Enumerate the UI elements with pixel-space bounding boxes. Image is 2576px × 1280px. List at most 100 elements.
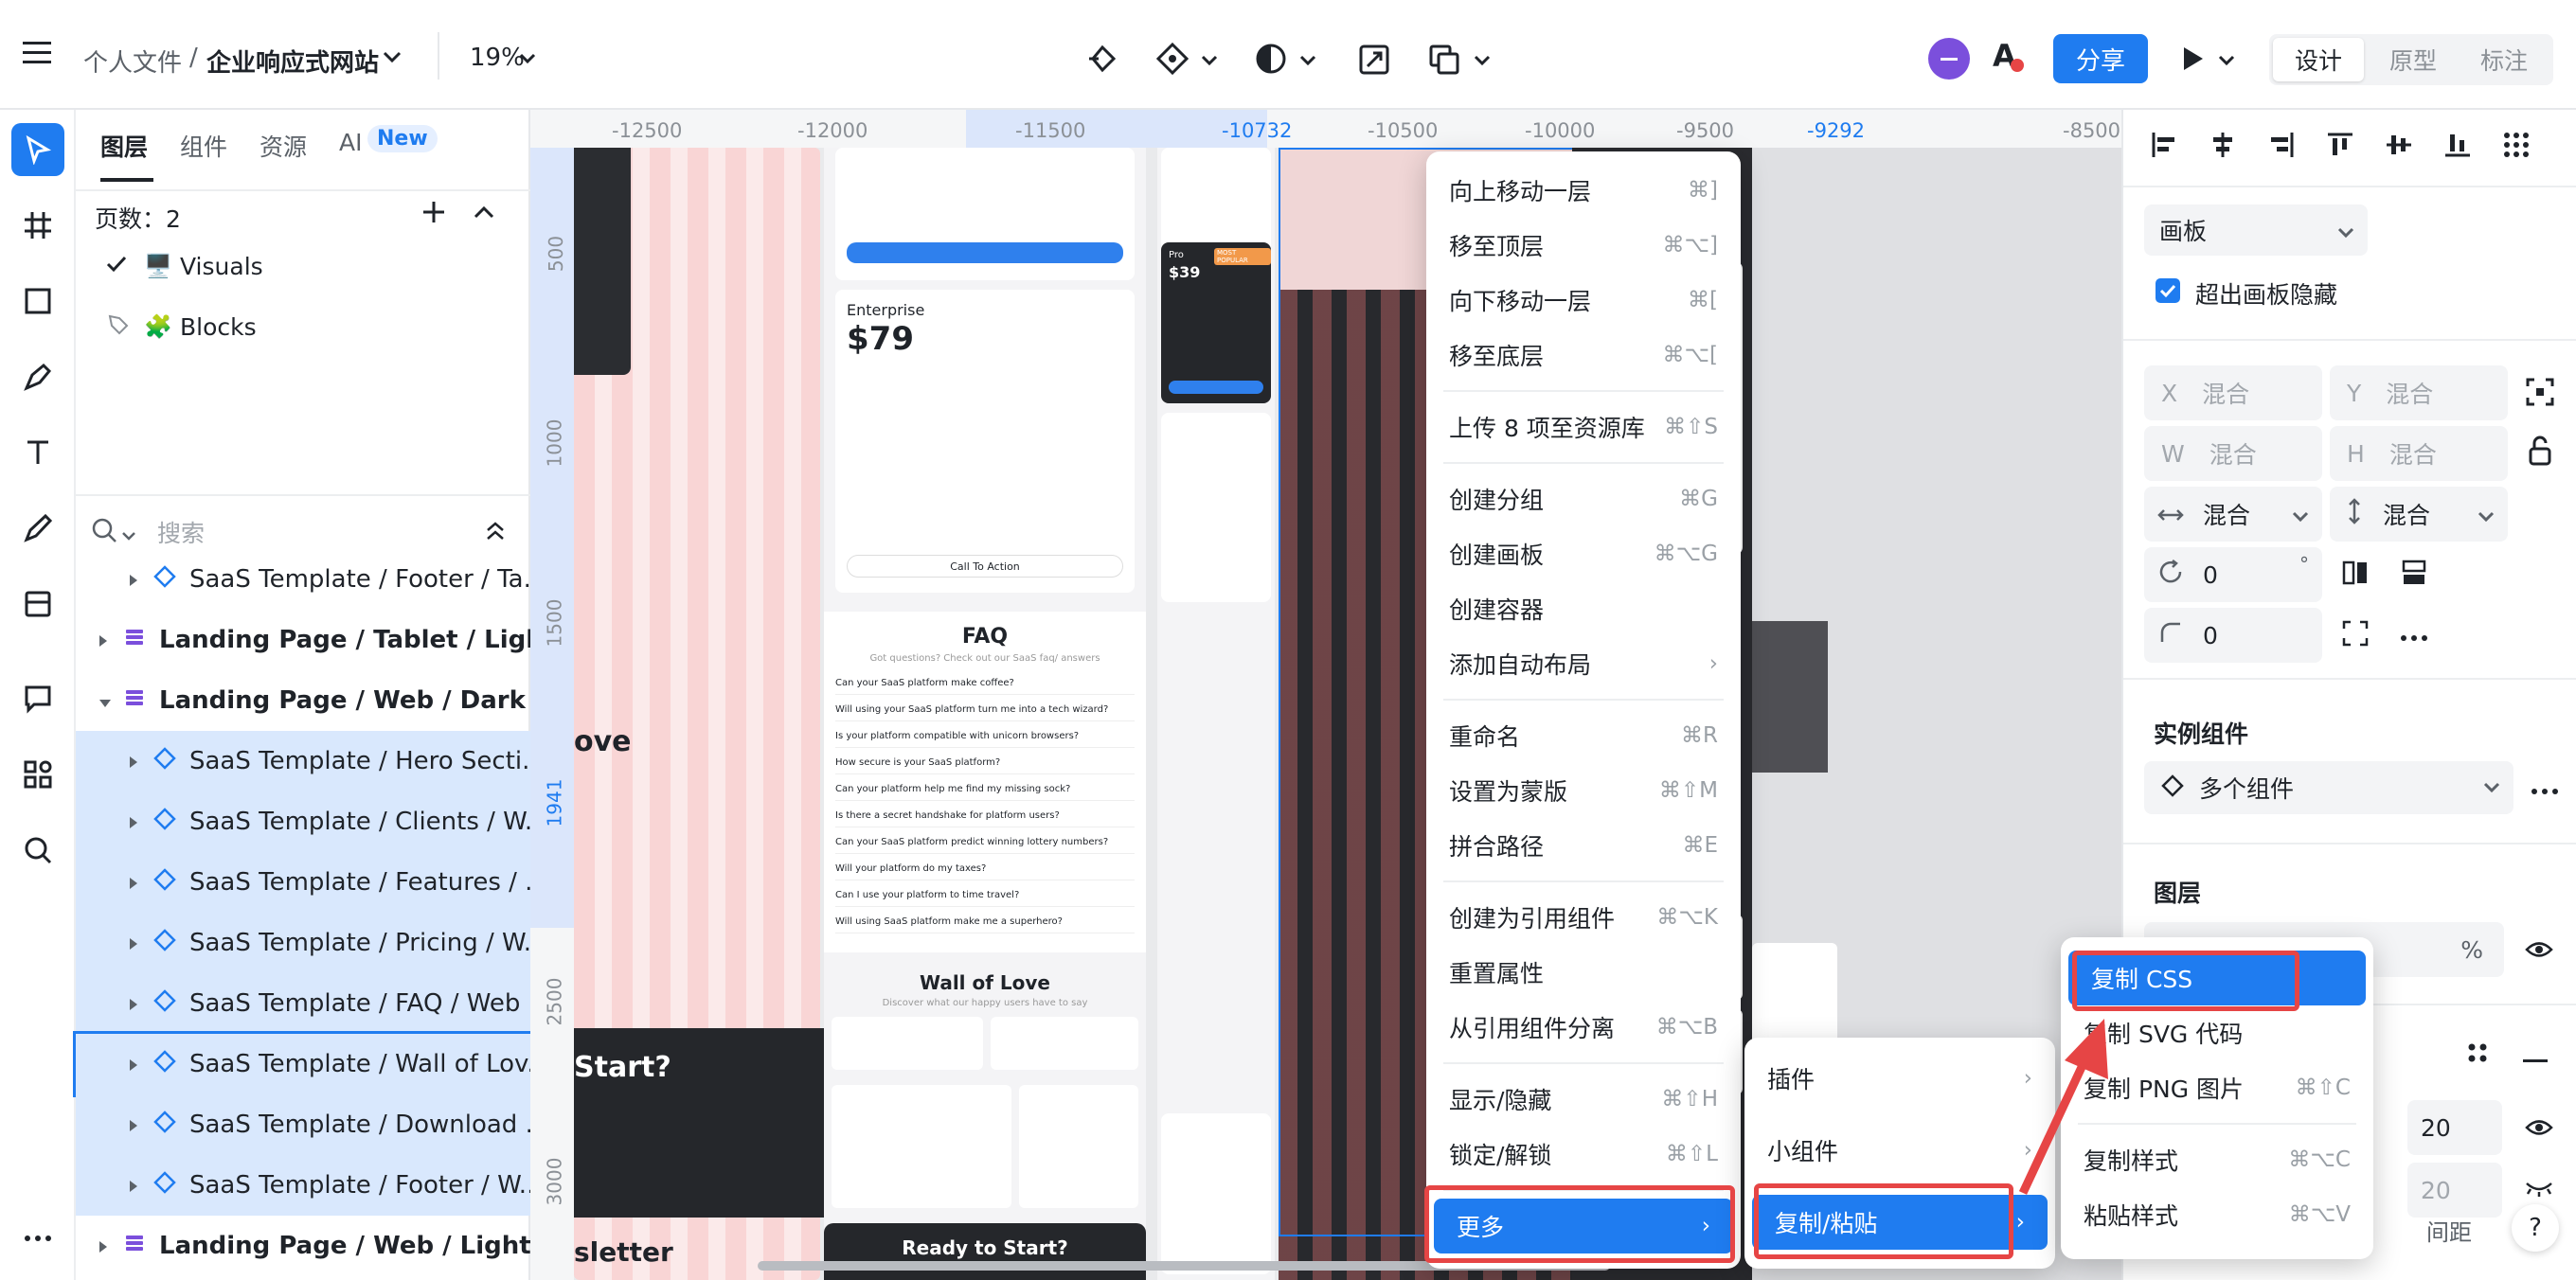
duplicate-icon[interactable] [1428, 44, 1460, 76]
menu-item[interactable]: 重置属性 [1426, 945, 1741, 1000]
component-tool-icon[interactable] [1155, 42, 1190, 76]
move-tool-icon[interactable] [11, 123, 64, 176]
rectangle-tool-icon[interactable] [11, 275, 64, 328]
align-bottom-icon[interactable] [2443, 131, 2472, 163]
chevron-down-icon[interactable] [519, 53, 536, 64]
y-field[interactable]: Y 混合 [2330, 365, 2508, 420]
menu-item[interactable]: 小组件 › [1744, 1123, 2055, 1178]
caret-right-icon[interactable] [129, 929, 138, 957]
more-options-icon[interactable] [2531, 782, 2559, 800]
chevron-down-icon[interactable] [1299, 55, 1316, 66]
align-center-h-icon[interactable] [2209, 131, 2237, 163]
add-page-icon[interactable] [420, 199, 447, 229]
more-options-icon[interactable] [2400, 629, 2428, 647]
corner-radius-field[interactable]: 0 [2144, 608, 2322, 663]
breadcrumb-parent[interactable]: 个人文件 [83, 44, 182, 79]
caret-right-icon[interactable] [129, 1050, 138, 1078]
chevron-down-icon[interactable] [2218, 55, 2235, 66]
ai-assistant-icon[interactable]: A [1993, 38, 2024, 74]
layer-item[interactable]: SaaS Template / Wall of Lov... [73, 1031, 550, 1097]
distribute-icon[interactable] [2502, 131, 2531, 163]
collapse-icon[interactable] [474, 204, 494, 223]
tab-layers[interactable]: 图层 [100, 129, 148, 163]
hamburger-menu-icon[interactable] [21, 38, 53, 66]
layer-item[interactable]: SaaS Template / Pricing / W... [76, 913, 547, 973]
menu-item[interactable]: 创建画板 ⌘⌥G [1426, 526, 1741, 581]
help-button[interactable]: ? [2512, 1204, 2559, 1252]
chevron-down-icon[interactable] [383, 51, 402, 64]
more-icon[interactable] [11, 1212, 64, 1265]
align-left-icon[interactable] [2150, 131, 2178, 163]
clip-content-checkbox[interactable] [2156, 278, 2180, 303]
layer-item[interactable]: Landing Page / Web / Light [76, 1216, 531, 1276]
layer-item[interactable]: SaaS Template / Footer / Ta... [76, 549, 546, 610]
menu-item[interactable]: 创建为引用组件 ⌘⌥K [1426, 890, 1741, 945]
flip-vertical-icon[interactable] [2400, 559, 2428, 591]
independent-corners-icon[interactable] [2341, 619, 2370, 651]
menu-item[interactable]: 从引用组件分离 ⌘⌥B [1426, 1000, 1741, 1055]
align-top-icon[interactable] [2326, 131, 2354, 163]
align-right-icon[interactable] [2267, 131, 2296, 163]
menu-item[interactable]: 向上移动一层 ⌘] [1426, 163, 1741, 218]
rotation-field[interactable]: 0 ° [2144, 547, 2322, 602]
comment-tool-icon[interactable] [11, 672, 64, 725]
pen-tool-icon[interactable] [11, 350, 64, 403]
lock-ratio-icon[interactable] [2527, 436, 2553, 471]
file-name[interactable]: 企业响应式网站 [206, 44, 379, 79]
eye-icon[interactable] [2525, 1117, 2553, 1142]
align-center-v-icon[interactable] [2385, 131, 2413, 163]
layer-item[interactable]: SaaS Template / Download ... [76, 1094, 548, 1155]
contrast-icon[interactable] [1254, 42, 1288, 76]
menu-item[interactable]: 创建容器 [1426, 581, 1741, 636]
tab-components[interactable]: 组件 [180, 129, 227, 163]
chevron-down-icon[interactable] [121, 526, 136, 544]
tab-design[interactable]: 设计 [2273, 38, 2364, 81]
caret-right-icon[interactable] [129, 989, 138, 1018]
menu-item[interactable]: 重命名 ⌘R [1426, 708, 1741, 763]
caret-right-icon[interactable] [98, 626, 108, 654]
x-field[interactable]: X 混合 [2144, 365, 2322, 420]
layer-item[interactable]: SaaS Template / Footer / W... [76, 1155, 543, 1216]
spacing-field-disabled[interactable]: 20 [2407, 1163, 2502, 1218]
caret-right-icon[interactable] [129, 565, 138, 594]
frame-type-select[interactable]: 画板 [2144, 204, 2368, 256]
layer-item[interactable]: SaaS Template / FAQ / Web [76, 973, 530, 1034]
pencil-tool-icon[interactable] [11, 502, 64, 555]
eye-icon[interactable] [2525, 939, 2553, 964]
play-icon[interactable] [2180, 45, 2205, 72]
tab-annotate[interactable]: 标注 [2459, 38, 2549, 81]
menu-item[interactable]: 移至底层 ⌘⌥[ [1426, 328, 1741, 382]
search-icon[interactable] [11, 824, 64, 877]
layer-item[interactable]: SaaS Template / Clients / W... [76, 791, 548, 852]
tab-prototype[interactable]: 原型 [2368, 38, 2459, 81]
plugins-icon[interactable] [11, 748, 64, 801]
constraints-icon[interactable] [2525, 377, 2555, 411]
tab-assets[interactable]: 资源 [259, 129, 307, 163]
zoom-level[interactable]: 19% [470, 44, 525, 72]
caret-right-icon[interactable] [129, 868, 138, 897]
spacing-field[interactable]: 20 [2407, 1100, 2502, 1155]
layer-item[interactable]: SaaS Template / Features / ... [76, 852, 548, 913]
layer-item[interactable]: Landing Page / Web / Dark [76, 670, 530, 731]
caret-right-icon[interactable] [129, 808, 138, 836]
height-sizing-select[interactable]: 混合 [2330, 487, 2508, 542]
menu-item[interactable]: 向下移动一层 ⌘[ [1426, 273, 1741, 328]
frame-tool-icon[interactable] [11, 199, 64, 252]
layer-item[interactable]: Landing Page / Tablet / Light [76, 610, 555, 670]
menu-item[interactable]: 创建分组 ⌘G [1426, 471, 1741, 526]
menu-item[interactable]: 拼合路径 ⌘E [1426, 818, 1741, 873]
menu-item[interactable]: 插件 › [1744, 1051, 2055, 1106]
resize-icon[interactable] [1358, 44, 1390, 76]
text-tool-icon[interactable] [11, 426, 64, 479]
instance-select[interactable]: 多个组件 [2144, 761, 2513, 814]
style-grid-icon[interactable] [2466, 1041, 2489, 1068]
remove-icon[interactable] [2523, 1051, 2548, 1069]
caret-right-icon[interactable] [98, 1232, 108, 1260]
collapse-all-icon[interactable] [485, 521, 506, 545]
slice-tool-icon[interactable] [11, 578, 64, 631]
share-button[interactable]: 分享 [2053, 34, 2148, 83]
menu-item[interactable]: 设置为蒙版 ⌘⇧M [1426, 763, 1741, 818]
layer-item[interactable]: SaaS Template / Hero Secti... [76, 731, 546, 791]
caret-right-icon[interactable] [129, 1171, 138, 1200]
menu-item[interactable]: 移至顶层 ⌘⌥] [1426, 218, 1741, 273]
